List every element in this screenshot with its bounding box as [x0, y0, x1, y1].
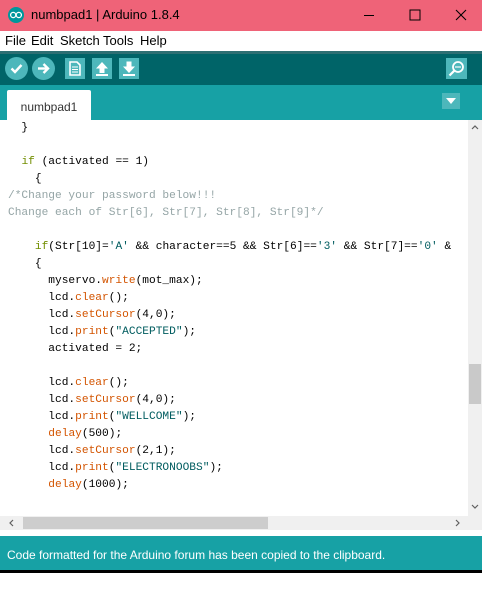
horizontal-scroll-thumb[interactable] — [23, 517, 268, 529]
tab-label: numbpad1 — [20, 100, 78, 114]
menu-sketch[interactable]: Sketch — [60, 33, 100, 48]
vertical-scrollbar[interactable] — [468, 120, 482, 516]
code-line[interactable] — [8, 222, 468, 239]
code-line[interactable]: lcd.setCursor(2,1); — [8, 443, 468, 460]
code-line[interactable]: lcd.setCursor(4,0); — [8, 307, 468, 324]
code-line[interactable]: activated = 2; — [8, 341, 468, 358]
vertical-scroll-thumb[interactable] — [469, 364, 481, 404]
code-line[interactable]: } — [8, 120, 468, 137]
upload-button[interactable] — [32, 57, 55, 80]
maximize-button[interactable] — [392, 0, 438, 31]
tab-bar: numbpad1 — [0, 85, 482, 120]
check-icon — [10, 64, 23, 74]
code-line[interactable]: { — [8, 256, 468, 273]
tab-numbpad1[interactable]: numbpad1 — [7, 90, 91, 120]
menu-edit[interactable]: Edit — [31, 33, 53, 48]
code-line[interactable]: /*Change your password below!!! — [8, 188, 468, 205]
status-message: Code formatted for the Arduino forum has… — [7, 548, 386, 562]
code-line[interactable]: delay(1000); — [8, 477, 468, 494]
code-line[interactable]: lcd.print("ELECTRONOOBS"); — [8, 460, 468, 477]
scroll-up-arrow[interactable] — [468, 120, 482, 134]
toolbar — [0, 54, 482, 85]
code-line[interactable]: lcd.clear(); — [8, 375, 468, 392]
horizontal-scrollbar[interactable] — [0, 516, 468, 530]
menu-bar: File Edit Sketch Tools Help — [0, 31, 482, 51]
title-bar: numbpad1 | Arduino 1.8.4 — [0, 0, 482, 31]
verify-button[interactable] — [5, 57, 28, 80]
menu-tools[interactable]: Tools — [103, 33, 133, 48]
serial-monitor-button[interactable] — [446, 58, 467, 79]
menu-file[interactable]: File — [5, 33, 26, 48]
scroll-right-arrow[interactable] — [451, 516, 465, 530]
code-editor[interactable]: } if (activated == 1) {/*Change your pas… — [0, 120, 482, 516]
scroll-left-arrow[interactable] — [4, 516, 18, 530]
code-line[interactable]: lcd.print("WELLCOME"); — [8, 409, 468, 426]
arduino-logo-icon — [8, 7, 24, 23]
window-title: numbpad1 | Arduino 1.8.4 — [31, 7, 180, 22]
open-button[interactable] — [92, 58, 112, 79]
code-line[interactable]: lcd.clear(); — [8, 290, 468, 307]
menu-help[interactable]: Help — [140, 33, 167, 48]
code-line[interactable]: lcd.print("ACCEPTED"); — [8, 324, 468, 341]
new-file-icon — [69, 61, 81, 76]
upload-arrow-icon — [96, 62, 108, 76]
scroll-down-arrow[interactable] — [468, 500, 482, 514]
code-line[interactable]: { — [8, 171, 468, 188]
arrow-right-icon — [38, 63, 50, 74]
code-line[interactable]: lcd.setCursor(4,0); — [8, 392, 468, 409]
code-line[interactable]: delay(500); — [8, 426, 468, 443]
download-arrow-icon — [123, 61, 135, 76]
save-button[interactable] — [119, 58, 139, 79]
scrollbar-corner — [468, 516, 482, 530]
status-bar: Code formatted for the Arduino forum has… — [0, 536, 482, 570]
code-line[interactable] — [8, 137, 468, 154]
close-button[interactable] — [438, 0, 482, 31]
new-button[interactable] — [65, 58, 85, 79]
code-line[interactable] — [8, 358, 468, 375]
code-line[interactable]: if (activated == 1) — [8, 154, 468, 171]
magnifier-icon — [448, 61, 464, 77]
console-output — [0, 570, 482, 616]
code-line[interactable]: if(Str[10]='A' && character==5 && Str[6]… — [8, 239, 468, 256]
chevron-down-icon — [446, 98, 456, 104]
minimize-button[interactable] — [346, 0, 392, 31]
code-line[interactable]: myservo.write(mot_max); — [8, 273, 468, 290]
code-line[interactable]: Change each of Str[6], Str[7], Str[8], S… — [8, 205, 468, 222]
code-text[interactable]: } if (activated == 1) {/*Change your pas… — [8, 120, 468, 494]
tab-menu-button[interactable] — [442, 93, 460, 109]
